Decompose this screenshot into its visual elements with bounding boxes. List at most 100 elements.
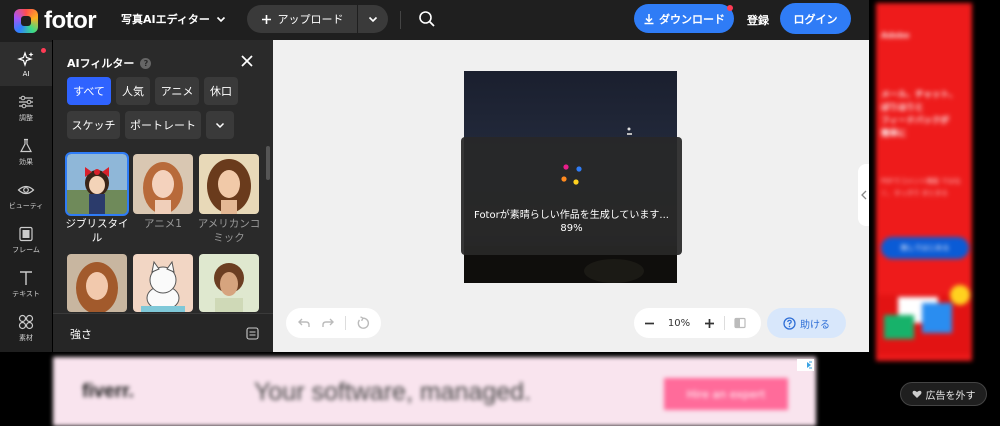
rail-label: 効果: [19, 157, 33, 166]
remove-ads-button[interactable]: 広告を外す: [900, 382, 987, 406]
strength-row: 強さ: [53, 313, 273, 352]
close-icon[interactable]: [240, 54, 254, 68]
rail-label: AI: [22, 69, 30, 78]
help-icon[interactable]: ?: [140, 57, 152, 69]
ai-filter-panel: AIフィルター ? すべて 人気 アニメ 休口 スケッチ ポートレート ジブリス…: [53, 40, 273, 352]
chevron-down-icon: [368, 16, 378, 23]
chevron-left-icon: [860, 190, 866, 200]
reset-icon[interactable]: [356, 316, 370, 330]
plus-icon: [704, 318, 714, 328]
logo-text: fotor: [44, 7, 97, 34]
filter-thumb-ghibli[interactable]: [65, 152, 129, 216]
rail-label: フレーム: [12, 245, 40, 254]
generation-progress-overlay: Fotorが素晴らしい作品を生成しています... 89%: [461, 137, 682, 255]
ad-subtext: PDFでコメント機能 ではなく、すっきり まとまる: [881, 177, 961, 197]
filter-thumb-american-comic[interactable]: [199, 154, 259, 214]
anime-portrait-image: [133, 154, 193, 214]
portrait-image: [199, 254, 259, 312]
ad-cta-button[interactable]: 無しではじめる: [881, 237, 969, 259]
chip-all[interactable]: すべて: [67, 77, 111, 105]
compare-button[interactable]: [725, 308, 755, 338]
compare-icon: [734, 317, 746, 329]
flask-icon: [20, 138, 32, 152]
search-icon[interactable]: [418, 10, 436, 28]
zoom-out-button[interactable]: [634, 308, 664, 338]
rail-label: ビューティ: [8, 201, 44, 210]
strength-label: 強さ: [70, 328, 92, 341]
ad-line: メール、チャット、: [881, 90, 958, 100]
portrait-image: [67, 254, 127, 312]
rail-item-effects[interactable]: 効果: [0, 130, 52, 174]
collapse-side-panel-button[interactable]: [858, 164, 869, 226]
more-chips-button[interactable]: [206, 111, 234, 139]
tool-rail: AI 調整 効果 ビューティ フレーム テキスト 素材: [0, 40, 52, 352]
download-button[interactable]: ダウンロード: [634, 4, 734, 33]
upload-button-group: アップロード: [247, 5, 388, 33]
loading-spinner-icon: [561, 164, 582, 185]
filter-thumb[interactable]: [199, 254, 259, 312]
help-button[interactable]: 助ける: [767, 308, 846, 338]
panel-title-text: AIフィルター: [67, 57, 135, 70]
filter-thumb[interactable]: [133, 254, 193, 312]
ad-choices-icon[interactable]: [797, 359, 814, 371]
filter-label: アメリカンコミック: [197, 218, 261, 244]
progress-message: Fotorが素晴らしい作品を生成しています...: [474, 210, 669, 221]
rail-item-beauty[interactable]: ビューティ: [0, 174, 52, 218]
rail-item-ai[interactable]: AI: [0, 42, 52, 86]
rail-label: 調整: [19, 113, 33, 122]
ad-line: ぼりほりと: [881, 103, 924, 113]
history-controls: [286, 308, 381, 338]
rail-item-frame[interactable]: フレーム: [0, 218, 52, 262]
help-label: 助ける: [800, 319, 830, 331]
chip-portrait[interactable]: ポートレート: [125, 111, 201, 139]
chip-sketch[interactable]: スケッチ: [67, 111, 120, 139]
ad-cta-button[interactable]: Hire an expert: [664, 378, 788, 410]
settings-panel-icon[interactable]: [246, 327, 259, 340]
chevron-down-icon: [215, 122, 225, 129]
upload-label: アップロード: [277, 13, 344, 26]
rail-item-text[interactable]: テキスト: [0, 262, 52, 306]
frame-icon: [19, 226, 33, 241]
chip-popular[interactable]: 人気: [116, 77, 150, 105]
ad-brand: Adobe: [881, 31, 910, 40]
right-advertisement[interactable]: Adobe メール、チャット、 ぼりほりと フィードバックが 簡単に PDFでコ…: [876, 3, 972, 361]
zoom-controls: 10%: [634, 308, 761, 338]
rail-item-adjust[interactable]: 調整: [0, 86, 52, 130]
download-label: ダウンロード: [659, 12, 725, 26]
register-link[interactable]: 登録: [747, 12, 769, 28]
ad-line: 簡単に: [881, 129, 907, 139]
zoom-value[interactable]: 10%: [664, 318, 694, 329]
panel-title: AIフィルター ?: [67, 55, 152, 71]
eye-icon: [17, 185, 35, 194]
bottom-advertisement[interactable]: fiverr. Your software, managed. Hire an …: [53, 357, 816, 426]
login-button[interactable]: ログイン: [780, 3, 851, 34]
remove-ads-label: 広告を外す: [925, 390, 976, 402]
minus-icon: [644, 322, 654, 324]
comic-portrait-image: [199, 154, 259, 214]
rail-item-elements[interactable]: 素材: [0, 306, 52, 350]
divider: [400, 11, 401, 29]
upload-button[interactable]: アップロード: [247, 5, 358, 33]
redo-icon[interactable]: [321, 316, 335, 330]
fotor-logo-icon: [14, 9, 38, 33]
plus-icon: [261, 14, 271, 24]
download-icon: [644, 13, 654, 24]
panel-scrollbar[interactable]: [266, 146, 270, 180]
filter-thumb-anime1[interactable]: [133, 154, 193, 214]
upload-options-button[interactable]: [358, 14, 388, 24]
ghibli-girl-image: [67, 154, 127, 214]
ad-headline: Your software, managed.: [254, 378, 532, 406]
chevron-down-icon: [216, 16, 225, 23]
editor-switch-dropdown[interactable]: 写真AIエディター: [121, 11, 226, 27]
zoom-in-button[interactable]: [694, 308, 724, 338]
chip-anime[interactable]: アニメ: [155, 77, 199, 105]
question-circle-icon: [783, 316, 796, 330]
notification-dot: [41, 48, 46, 53]
fotor-logo[interactable]: fotor: [14, 7, 97, 35]
sliders-icon: [19, 95, 33, 108]
rail-label: テキスト: [12, 289, 40, 298]
chip-holiday[interactable]: 休口: [204, 77, 238, 105]
undo-icon[interactable]: [297, 316, 311, 330]
filter-thumb[interactable]: [67, 254, 127, 312]
heart-icon: [912, 390, 921, 398]
